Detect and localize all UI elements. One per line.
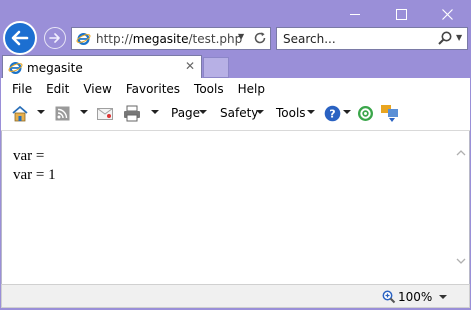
close-window-button[interactable]	[424, 0, 470, 28]
menu-help[interactable]: Help	[238, 82, 265, 96]
search-magnifier-icon[interactable]	[437, 30, 453, 46]
home-icon[interactable]	[11, 105, 29, 122]
rss-dropdown-icon[interactable]	[80, 110, 88, 114]
help-dropdown-icon[interactable]	[343, 110, 351, 114]
menu-bar: File Edit View Favorites Tools Help	[1, 78, 268, 100]
menu-tools[interactable]: Tools	[194, 82, 224, 96]
address-url: http://megasite/test.php	[96, 31, 243, 46]
content-line-2: var = 1	[13, 167, 56, 183]
tab-title: megasite	[27, 60, 83, 75]
page-content: var = var = 1	[1, 131, 470, 284]
page-menu-button[interactable]: Page	[171, 106, 200, 120]
status-bar: 100%	[1, 284, 470, 308]
ie-logo-icon	[8, 61, 23, 74]
safety-menu-button[interactable]: Safety	[220, 106, 258, 120]
scroll-down-icon[interactable]	[456, 258, 466, 265]
minimize-button[interactable]	[332, 0, 378, 28]
maximize-icon	[395, 8, 407, 20]
tab-close-icon[interactable]: ✕	[185, 59, 195, 73]
menu-edit[interactable]: Edit	[46, 82, 69, 96]
zoom-icon	[382, 290, 396, 304]
browser-window: http://megasite/test.php ▼ Search... ▼ m…	[0, 0, 471, 310]
safety-dropdown-icon[interactable]	[256, 110, 264, 114]
back-button[interactable]	[3, 21, 37, 55]
page-dropdown-icon[interactable]	[199, 110, 207, 114]
close-icon	[441, 8, 453, 20]
search-placeholder: Search...	[283, 31, 336, 46]
tools-dropdown-icon[interactable]	[307, 110, 315, 114]
command-bar: Page Safety Tools ?	[1, 101, 470, 127]
back-arrow-icon	[11, 30, 29, 46]
print-icon[interactable]	[123, 105, 141, 122]
zoom-level[interactable]: 100%	[398, 290, 432, 304]
address-bar[interactable]: http://megasite/test.php ▼	[71, 27, 271, 50]
vertical-scrollbar[interactable]	[452, 131, 469, 284]
menu-view[interactable]: View	[83, 82, 111, 96]
menu-file[interactable]: File	[12, 82, 32, 96]
tab-megasite[interactable]: megasite ✕	[2, 55, 202, 79]
print-dropdown-icon[interactable]	[151, 110, 159, 114]
forward-button[interactable]	[44, 27, 66, 49]
new-tab-button[interactable]	[203, 57, 229, 78]
rss-feed-icon[interactable]	[55, 106, 70, 121]
page-text: var = var = 1	[13, 147, 56, 185]
minimize-icon	[350, 13, 360, 15]
help-icon[interactable]: ?	[324, 105, 341, 122]
menu-favorites[interactable]: Favorites	[126, 82, 180, 96]
search-dropdown-icon[interactable]: ▼	[456, 33, 462, 42]
content-line-1: var =	[13, 148, 45, 164]
ie-logo-icon	[76, 32, 91, 45]
tools-menu-button[interactable]: Tools	[276, 106, 306, 120]
maximize-button[interactable]	[378, 0, 424, 28]
svg-text:?: ?	[329, 108, 335, 121]
refresh-icon[interactable]	[252, 30, 268, 46]
toolbar-area: File Edit View Favorites Tools Help Page…	[1, 78, 470, 131]
forward-arrow-icon	[49, 33, 60, 43]
search-box[interactable]: Search... ▼	[276, 27, 468, 50]
research-icon[interactable]	[357, 105, 374, 122]
scroll-up-icon[interactable]	[456, 149, 466, 156]
translate-icon[interactable]	[380, 104, 400, 123]
mail-icon[interactable]	[97, 108, 113, 120]
zoom-dropdown-icon[interactable]	[439, 295, 447, 299]
home-dropdown-icon[interactable]	[37, 110, 45, 114]
address-dropdown-icon[interactable]: ▼	[238, 32, 244, 41]
